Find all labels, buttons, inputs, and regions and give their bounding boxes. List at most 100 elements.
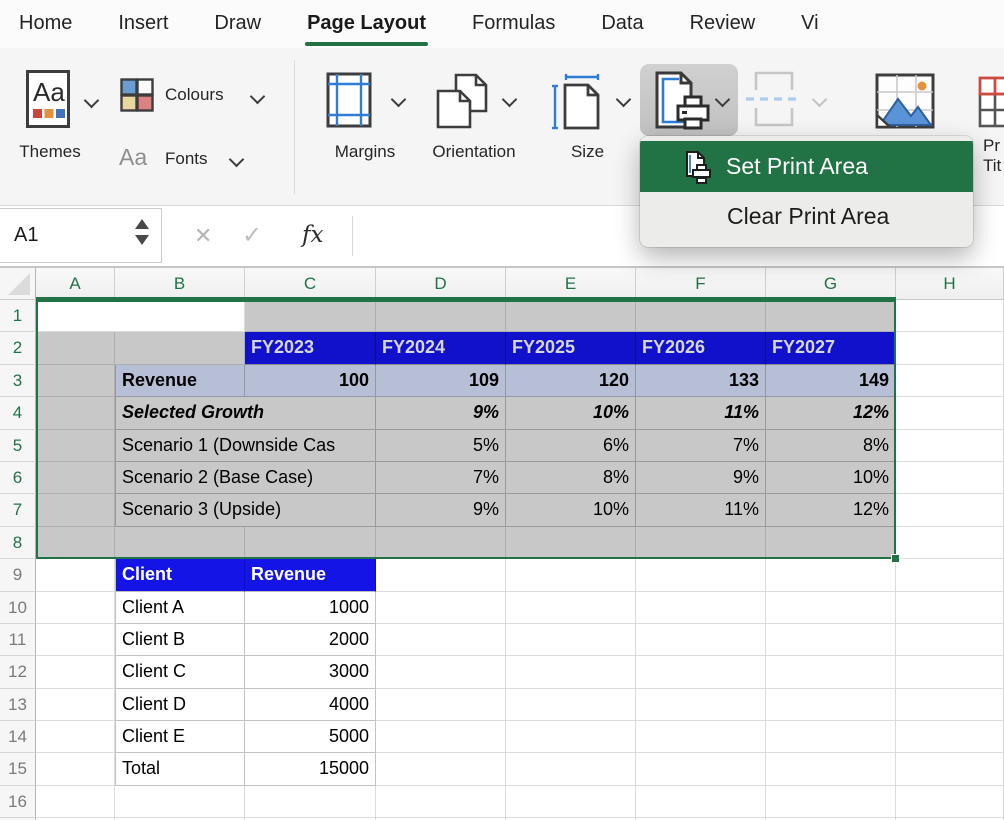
cell-F14[interactable] (636, 721, 766, 754)
tab-formulas[interactable]: Formulas (472, 0, 555, 48)
cell-A6[interactable] (36, 461, 115, 495)
row-header-11[interactable]: 11 (0, 623, 36, 657)
tab-review[interactable]: Review (690, 0, 756, 48)
cell-H15[interactable] (896, 753, 1004, 786)
cell-D1[interactable] (376, 300, 506, 333)
cell-E1[interactable] (506, 300, 636, 333)
enter-icon[interactable]: ✓ (242, 206, 262, 266)
themes-chevron-icon[interactable] (83, 92, 100, 109)
cell-G1[interactable] (766, 300, 896, 333)
cell-E10[interactable] (506, 591, 636, 624)
cell-D2[interactable]: FY2024 (376, 332, 506, 365)
cell-F9[interactable] (636, 559, 766, 592)
cell-G4[interactable]: 12% (766, 397, 896, 430)
row-header-9[interactable]: 9 (0, 559, 36, 592)
tab-data[interactable]: Data (601, 0, 643, 48)
row-header-3[interactable]: 3 (0, 364, 36, 398)
cell-H10[interactable] (896, 591, 1004, 624)
cell-H9[interactable] (896, 559, 1004, 592)
cell-G10[interactable] (766, 591, 896, 624)
cell-F15[interactable] (636, 753, 766, 786)
col-header-E[interactable]: E (506, 268, 636, 300)
cell-H2[interactable] (896, 332, 1004, 365)
cell-F11[interactable] (636, 623, 766, 657)
cell-G16[interactable] (766, 785, 896, 819)
cell-D3[interactable]: 109 (376, 364, 506, 398)
cell-A13[interactable] (36, 688, 115, 722)
cell-C11[interactable]: 2000 (245, 623, 376, 657)
row-header-4[interactable]: 4 (0, 397, 36, 430)
cell-A11[interactable] (36, 623, 115, 657)
cell-E12[interactable] (506, 656, 636, 689)
cell-H12[interactable] (896, 656, 1004, 689)
cell-A16[interactable] (36, 785, 115, 819)
spinner-down-icon[interactable] (135, 235, 149, 245)
cell-E2[interactable]: FY2025 (506, 332, 636, 365)
cell-B12[interactable]: Client C (115, 656, 245, 689)
cell-B2[interactable] (115, 332, 245, 365)
cell-E13[interactable] (506, 688, 636, 722)
cell-D8[interactable] (376, 526, 506, 560)
cell-H6[interactable] (896, 461, 1004, 495)
cell-E5[interactable]: 6% (506, 429, 636, 462)
cell-G5[interactable]: 8% (766, 429, 896, 462)
insert-function-icon[interactable]: fx (302, 206, 323, 264)
cell-C16[interactable] (245, 785, 376, 819)
cell-D9[interactable] (376, 559, 506, 592)
row-header-14[interactable]: 14 (0, 721, 36, 754)
cell-A5[interactable] (36, 429, 115, 462)
cell-G2[interactable]: FY2027 (766, 332, 896, 365)
fonts-chevron-icon[interactable] (228, 151, 245, 168)
cell-H8[interactable] (896, 526, 1004, 560)
cell-C14[interactable]: 5000 (245, 721, 376, 754)
cell-F5[interactable]: 7% (636, 429, 766, 462)
row-header-16[interactable]: 16 (0, 785, 36, 819)
row-header-10[interactable]: 10 (0, 591, 36, 624)
cell-G9[interactable] (766, 559, 896, 592)
margins-chevron-icon[interactable] (390, 91, 407, 108)
cancel-icon[interactable]: ✕ (194, 206, 212, 266)
print-area-button[interactable] (640, 64, 738, 136)
cell-C10[interactable]: 1000 (245, 591, 376, 624)
cell-B8[interactable] (115, 526, 245, 560)
cell-E7[interactable]: 10% (506, 494, 636, 527)
cell-H14[interactable] (896, 721, 1004, 754)
cell-D15[interactable] (376, 753, 506, 786)
cell-C13[interactable]: 4000 (245, 688, 376, 722)
cell-E3[interactable]: 120 (506, 364, 636, 398)
cell-C15[interactable]: 15000 (245, 753, 376, 786)
cell-B11[interactable]: Client B (115, 623, 245, 657)
cell-C8[interactable] (245, 526, 376, 560)
col-header-G[interactable]: G (766, 268, 896, 300)
cell-B9[interactable]: Client (115, 559, 245, 592)
col-header-B[interactable]: B (115, 268, 245, 300)
cell-A14[interactable] (36, 721, 115, 754)
print-area-chevron-icon[interactable] (714, 91, 731, 108)
cell-E16[interactable] (506, 785, 636, 819)
tab-insert[interactable]: Insert (118, 0, 168, 48)
menu-item-clear-print-area[interactable]: Clear Print Area (640, 192, 973, 241)
cell-A1:B1[interactable] (36, 300, 245, 333)
col-header-C[interactable]: C (245, 268, 376, 300)
col-header-H[interactable]: H (896, 268, 1004, 300)
row-header-13[interactable]: 13 (0, 688, 36, 722)
cell-G13[interactable] (766, 688, 896, 722)
cell-H13[interactable] (896, 688, 1004, 722)
cell-D6[interactable]: 7% (376, 461, 506, 495)
name-box[interactable]: A1 (0, 208, 162, 263)
cell-H7[interactable] (896, 494, 1004, 527)
size-chevron-icon[interactable] (615, 91, 632, 108)
col-header-A[interactable]: A (36, 268, 115, 300)
spinner-up-icon[interactable] (135, 219, 149, 229)
cell-A3[interactable] (36, 364, 115, 398)
select-all-corner[interactable] (0, 268, 36, 300)
orientation-chevron-icon[interactable] (501, 91, 518, 108)
cell-E11[interactable] (506, 623, 636, 657)
cell-E9[interactable] (506, 559, 636, 592)
cell-C1[interactable] (245, 300, 376, 333)
cell-A10[interactable] (36, 591, 115, 624)
cell-B16[interactable] (115, 785, 245, 819)
row-header-6[interactable]: 6 (0, 461, 36, 495)
cell-G7[interactable]: 12% (766, 494, 896, 527)
tab-draw[interactable]: Draw (214, 0, 261, 48)
